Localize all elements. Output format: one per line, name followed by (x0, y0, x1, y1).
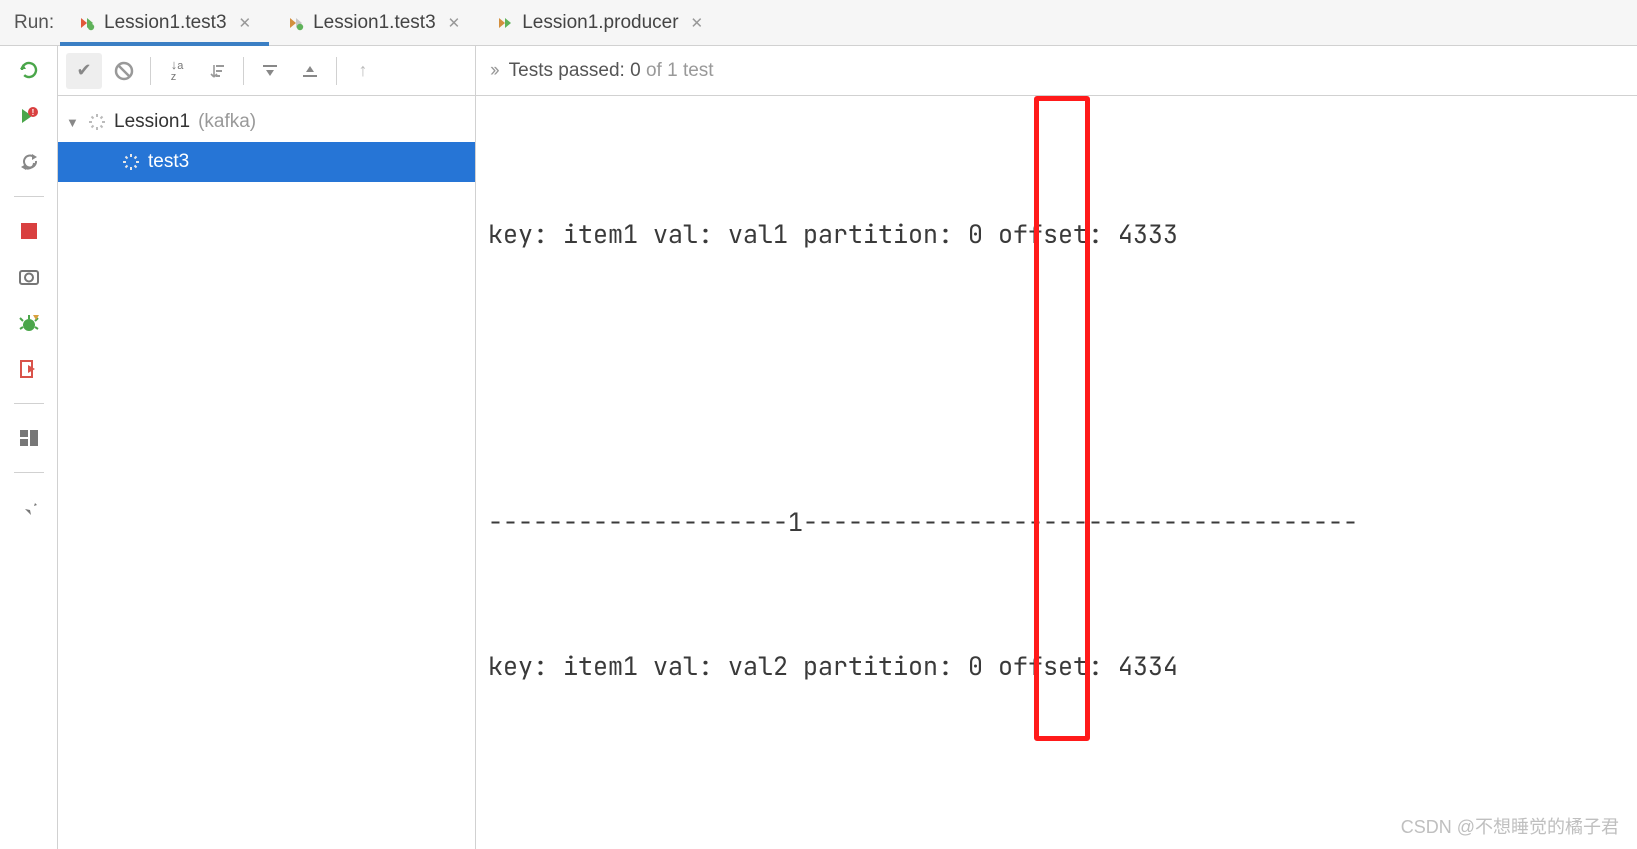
debug-icon[interactable] (17, 311, 41, 335)
test-status-bar: ›› Tests passed: 0 of 1 test (476, 46, 1637, 96)
tests-passed-suffix: of 1 test (646, 60, 714, 81)
rerun-failed-icon[interactable]: ! (17, 104, 41, 128)
close-icon[interactable]: ✕ (448, 14, 461, 32)
run-tab-2[interactable]: Lession1.producer ✕ (478, 0, 721, 45)
tests-passed-prefix: Tests passed: (509, 60, 625, 81)
test-tree-panel: ✔ ↓az ↑ ▼ Lession1 (kafka) test3 (58, 46, 476, 849)
prev-failed-icon[interactable]: ↑ (345, 53, 381, 89)
console-output[interactable]: key: item1 val: val1 partition: 0 offset… (476, 96, 1637, 849)
tree-child-label: test3 (148, 151, 189, 173)
run-tab-label: Lession1.producer (522, 12, 678, 34)
chevrons-icon[interactable]: ›› (490, 60, 497, 82)
watermark: CSDN @不想睡觉的橘子君 (1401, 813, 1619, 839)
tests-passed-count: 0 (630, 60, 641, 81)
layout-icon[interactable] (17, 426, 41, 450)
run-config-icon (496, 14, 514, 32)
sort-duration-icon[interactable] (199, 53, 235, 89)
test-tree[interactable]: ▼ Lession1 (kafka) test3 (58, 96, 475, 849)
show-passed-icon[interactable]: ✔ (66, 53, 102, 89)
run-tab-bar: Run: Lession1.test3 ✕ Lession1.test3 ✕ L… (0, 0, 1637, 46)
loading-spinner-icon (88, 113, 106, 131)
run-label: Run: (0, 12, 60, 34)
close-icon[interactable]: ✕ (239, 14, 252, 32)
console-line (488, 354, 1637, 402)
rerun-icon[interactable] (17, 58, 41, 82)
exit-icon[interactable] (17, 357, 41, 381)
sort-alpha-icon[interactable]: ↓az (159, 53, 195, 89)
run-tab-1[interactable]: Lession1.test3 ✕ (269, 0, 478, 45)
run-gutter: ! (0, 46, 58, 849)
tree-root[interactable]: ▼ Lession1 (kafka) (58, 102, 475, 142)
dump-threads-icon[interactable] (17, 265, 41, 289)
loading-spinner-icon (122, 153, 140, 171)
tree-child[interactable]: test3 (58, 142, 475, 182)
collapse-all-icon[interactable] (292, 53, 328, 89)
chevron-down-icon[interactable]: ▼ (66, 115, 80, 130)
console-line: --------------------1-------------------… (488, 498, 1637, 546)
run-tab-label: Lession1.test3 (104, 12, 227, 34)
console-panel: ›› Tests passed: 0 of 1 test key: item1 … (476, 46, 1637, 849)
close-icon[interactable]: ✕ (691, 14, 704, 32)
run-config-icon (78, 14, 96, 32)
toggle-auto-test-icon[interactable] (17, 150, 41, 174)
pin-icon[interactable] (17, 495, 41, 519)
run-tab-label: Lession1.test3 (313, 12, 436, 34)
run-tab-0[interactable]: Lession1.test3 ✕ (60, 0, 269, 45)
expand-all-icon[interactable] (252, 53, 288, 89)
stop-icon[interactable] (17, 219, 41, 243)
tree-root-label: Lession1 (114, 111, 190, 133)
run-config-icon (287, 14, 305, 32)
show-ignored-icon[interactable] (106, 53, 142, 89)
tree-root-context: (kafka) (198, 111, 256, 133)
run-tabs: Lession1.test3 ✕ Lession1.test3 ✕ Lessio… (60, 0, 721, 45)
console-line: key: item1 val: val1 partition: 0 offset… (488, 210, 1637, 258)
svg-text:!: ! (31, 108, 34, 117)
console-line: key: item1 val: val2 partition: 0 offset… (488, 642, 1637, 690)
test-toolbar: ✔ ↓az ↑ (58, 46, 475, 96)
